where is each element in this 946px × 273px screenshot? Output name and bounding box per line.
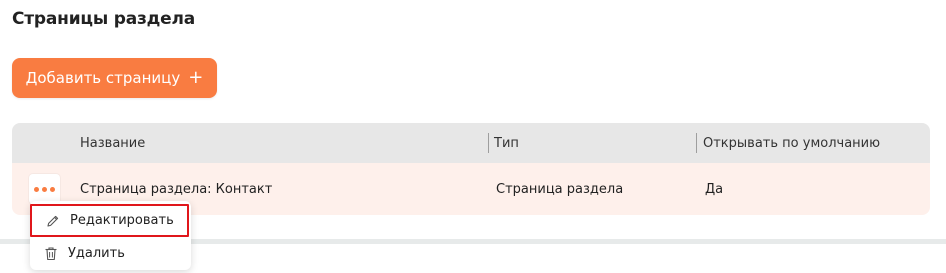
delete-menu-item[interactable]: Удалить <box>30 237 191 269</box>
more-dots-icon <box>50 186 55 192</box>
table-header: Название Тип Открывать по умолчанию <box>12 123 930 163</box>
more-dots-icon <box>34 186 39 192</box>
column-header-open-by-default[interactable]: Открывать по умолчанию <box>703 123 880 163</box>
cell-open-by-default: Да <box>705 181 724 197</box>
cell-type: Страница раздела <box>496 181 624 197</box>
section-title: Страницы раздела <box>12 9 196 29</box>
page: Страницы раздела Добавить страницу + Наз… <box>0 0 946 273</box>
column-separator[interactable] <box>696 133 697 153</box>
edit-menu-label: Редактировать <box>70 213 174 228</box>
pencil-icon <box>45 213 61 229</box>
row-actions-menu: Редактировать Удалить <box>30 201 191 270</box>
plus-icon: + <box>188 67 204 88</box>
column-header-type[interactable]: Тип <box>494 123 519 163</box>
row-actions-button[interactable] <box>29 174 60 204</box>
trash-icon <box>43 245 59 261</box>
add-page-button[interactable]: Добавить страницу + <box>12 58 217 98</box>
column-separator[interactable] <box>488 133 489 153</box>
column-header-name[interactable]: Название <box>80 123 145 163</box>
delete-menu-label: Удалить <box>68 245 125 261</box>
edit-menu-item[interactable]: Редактировать <box>30 204 189 237</box>
add-page-button-label: Добавить страницу <box>25 69 181 87</box>
more-dots-icon <box>42 186 47 192</box>
